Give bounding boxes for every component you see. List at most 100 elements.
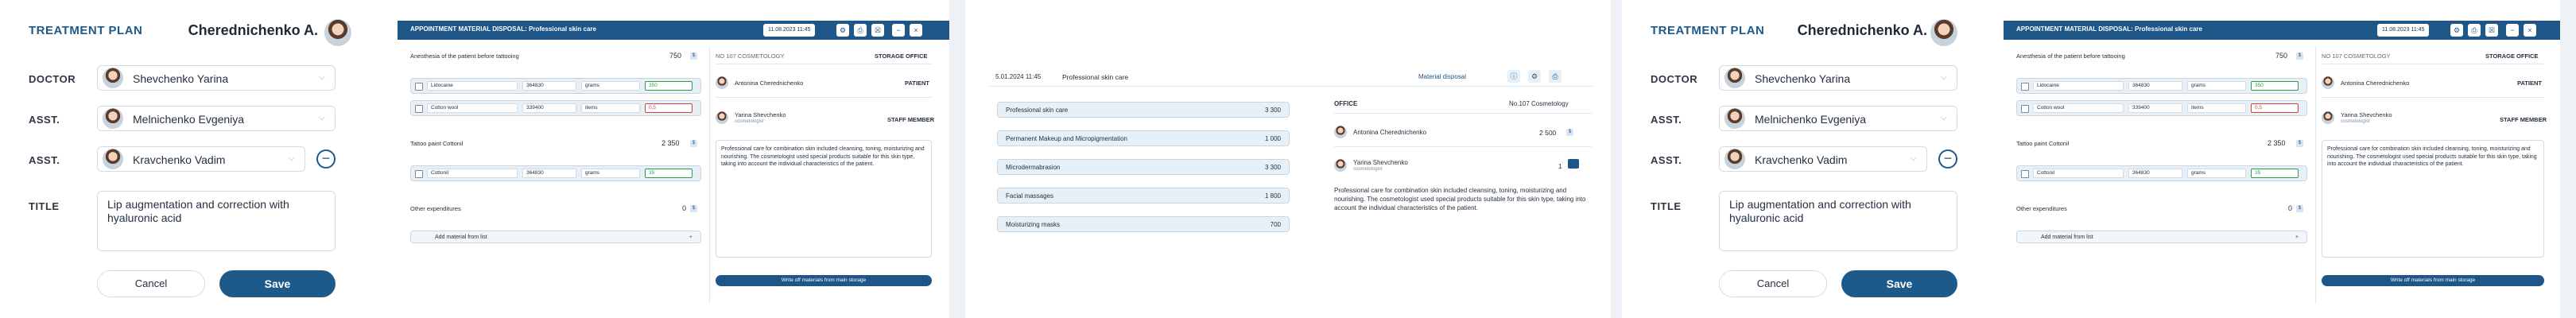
currency-badge: $ [2296, 52, 2303, 60]
save-button[interactable]: Save [1841, 270, 1957, 297]
material-row[interactable]: Cotton wool 339400 items 0,5 [2016, 100, 2307, 116]
info-icon[interactable]: ⓘ [1507, 70, 1520, 83]
description-textarea[interactable]: Professional care for combination skin i… [2322, 140, 2544, 258]
user-avatar[interactable] [1930, 19, 1957, 46]
material-qty[interactable]: 35 [2251, 169, 2299, 178]
row-checkbox[interactable] [415, 170, 423, 178]
assistant-select-2[interactable]: Kravchenko Vadim ⌵ [1719, 146, 1927, 172]
settings-icon[interactable]: ⚙ [836, 24, 849, 37]
material-unit[interactable]: grams [581, 81, 640, 91]
assistant-select-1[interactable]: Melnichenko Evgeniya ⌵ [1719, 106, 1957, 131]
staff-label: STAFF MEMBER [887, 116, 935, 123]
service-item[interactable]: Microdermabrasion 3 300 [997, 159, 1290, 175]
material-row[interactable]: Cotton wool 339400 items 0,5 [410, 100, 701, 116]
service-item-price: 1 000 [1264, 135, 1281, 142]
service-item-price: 1 800 [1264, 192, 1281, 200]
print-icon[interactable]: ⎙ [854, 24, 867, 37]
material-qty[interactable]: 350 [2251, 81, 2299, 91]
treatment-plan-panel-2: TREATMENT PLAN Cherednichenko A. DOCTOR … [1622, 0, 2004, 318]
writeoff-button[interactable]: Write off materials from main storage [716, 275, 932, 286]
save-button[interactable]: Save [219, 270, 336, 297]
row-checkbox[interactable] [2021, 105, 2029, 113]
staff-role: cosmetologist [2341, 119, 2370, 124]
print-icon[interactable]: ⎙ [1549, 70, 1562, 83]
doctor-select[interactable]: Shevchenko Yarina ⌵ [1719, 65, 1957, 91]
tattoo-label: Tattoo paint Cottonil [2016, 140, 2070, 147]
row-checkbox[interactable] [415, 105, 423, 113]
material-unit[interactable]: grams [2187, 169, 2246, 178]
anesthesia-label: Anesthesia of the patient before tattooi… [2016, 52, 2125, 60]
assistant-name: Melnichenko Evgeniya [1755, 113, 1867, 126]
material-unit[interactable]: grams [2187, 81, 2246, 91]
add-material-button[interactable]: Add material from list + [410, 231, 701, 243]
material-row[interactable]: Cottonil 364830 grams 35 [410, 165, 701, 181]
material-code: 364830 [2128, 169, 2182, 178]
disposal-date[interactable]: 11.08.2023 11:45 [2377, 24, 2430, 37]
close-icon[interactable]: × [2524, 24, 2536, 37]
delete-icon[interactable]: ☒ [871, 24, 884, 37]
add-material-button[interactable]: Add material from list + [2016, 231, 2307, 243]
title-textarea[interactable]: Lip augmentation and correction with hya… [1719, 191, 1957, 251]
material-unit[interactable]: grams [581, 169, 640, 178]
disposal-titlebar: APPOINTMENT MATERIAL DISPOSAL: Professio… [398, 21, 949, 40]
avatar [103, 108, 123, 129]
row-checkbox[interactable] [415, 83, 423, 91]
service-item[interactable]: Moisturizing masks 700 [997, 216, 1290, 232]
row-checkbox[interactable] [2021, 83, 2029, 91]
service-item[interactable]: Facial massages 1 800 [997, 188, 1290, 204]
material-qty[interactable]: 0,5 [645, 103, 692, 113]
title-label: TITLE [29, 200, 60, 212]
material-row[interactable]: Lidocaine 364830 grams 350 [2016, 78, 2307, 94]
cancel-button[interactable]: Cancel [1719, 270, 1827, 297]
other-total: 0 [682, 204, 687, 212]
service-item-price: 3 300 [1264, 164, 1281, 171]
assistant-select-2[interactable]: Kravchenko Vadim ⌵ [97, 146, 305, 172]
material-unit[interactable]: items [581, 103, 640, 113]
currency-badge: $ [1566, 129, 1573, 136]
material-qty[interactable]: 35 [645, 169, 692, 178]
settings-icon[interactable]: ⚙ [1528, 70, 1541, 83]
assistant-select-1[interactable]: Melnichenko Evgeniya ⌵ [97, 106, 336, 131]
material-row[interactable]: Lidocaine 364830 grams 350 [410, 78, 701, 94]
divider [989, 86, 1593, 87]
title-textarea[interactable]: Lip augmentation and correction with hya… [97, 191, 336, 251]
minimize-icon[interactable]: − [2506, 24, 2519, 37]
staff-role: cosmetologist [735, 119, 764, 124]
description-textarea[interactable]: Professional care for combination skin i… [716, 140, 932, 258]
service-name: Professional skin care [1062, 73, 1129, 81]
minimize-icon[interactable]: − [892, 24, 905, 37]
material-qty[interactable]: 0,5 [2251, 103, 2299, 113]
material-code: 364830 [522, 81, 576, 91]
close-icon[interactable]: × [910, 24, 922, 37]
asst-label: ASST. [29, 154, 60, 166]
settings-icon[interactable]: ⚙ [2450, 24, 2463, 37]
anesthesia-total: 750 [669, 52, 682, 60]
asst-label: ASST. [29, 114, 60, 126]
material-disposal-link[interactable]: Material disposal [1418, 73, 1466, 80]
staff-avatar [2322, 111, 2334, 124]
user-avatar[interactable] [324, 19, 351, 46]
office-name: NO 107 COSMETOLOGY [716, 52, 785, 60]
material-row[interactable]: Cottonil 364830 grams 35 [2016, 165, 2307, 181]
chevron-down-icon: ⌵ [318, 72, 325, 82]
delete-icon[interactable]: ☒ [2485, 24, 2498, 37]
cancel-button[interactable]: Cancel [97, 270, 205, 297]
service-item[interactable]: Professional skin care 3 300 [997, 102, 1290, 118]
material-qty[interactable]: 350 [645, 81, 692, 91]
add-material-label: Add material from list [435, 235, 487, 240]
service-item-price: 3 300 [1264, 107, 1281, 114]
staff-label: STAFF MEMBER [2500, 116, 2547, 123]
print-icon[interactable]: ⎙ [2468, 24, 2481, 37]
remove-assistant-button[interactable]: − [316, 149, 336, 169]
chevron-down-icon: ⌵ [288, 153, 295, 163]
currency-badge: $ [690, 52, 697, 60]
folder-icon[interactable] [1568, 159, 1579, 169]
remove-assistant-button[interactable]: − [1938, 149, 1957, 169]
disposal-date[interactable]: 11.08.2023 11:45 [763, 24, 816, 37]
service-item[interactable]: Permanent Makeup and Micropigmentation 1 … [997, 130, 1290, 146]
writeoff-button[interactable]: Write off materials from main storage [2322, 275, 2544, 286]
doctor-select[interactable]: Shevchenko Yarina ⌵ [97, 65, 336, 91]
material-name: Cottonil [2033, 169, 2124, 178]
material-unit[interactable]: items [2187, 103, 2246, 113]
row-checkbox[interactable] [2021, 170, 2029, 178]
